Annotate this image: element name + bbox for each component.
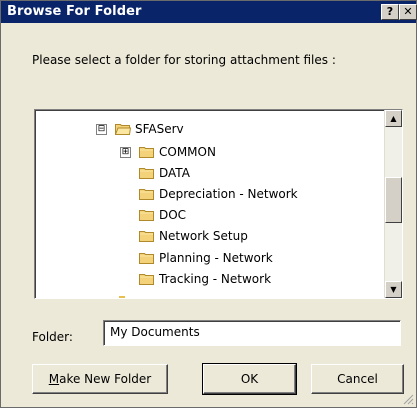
tree-node-label: DATA <box>159 166 190 180</box>
help-button[interactable]: ? <box>381 4 399 20</box>
folder-input[interactable]: My Documents <box>103 320 401 346</box>
instruction-text: Please select a folder for storing attac… <box>32 53 336 67</box>
cancel-button[interactable]: Cancel <box>311 364 404 394</box>
make-new-folder-button[interactable]: Make New Folder <box>32 364 168 394</box>
folder-icon <box>139 189 154 200</box>
folder-icon <box>139 168 154 179</box>
scroll-thumb[interactable] <box>385 177 402 223</box>
title-bar[interactable]: Browse For Folder ? ✕ <box>1 1 417 23</box>
tree-node-label: Network Setup <box>159 229 248 243</box>
make-new-folder-label: ake New Folder <box>59 372 152 386</box>
tree-node-label: SFAServ <box>135 122 184 136</box>
partially-visible-folder-icon <box>119 296 125 298</box>
folder-icon <box>139 210 154 221</box>
folder-icon <box>139 231 154 242</box>
tree-node-label: Planning - Network <box>159 251 273 265</box>
scroll-down-button[interactable]: ▼ <box>385 281 402 298</box>
expand-toggle-common[interactable]: ⊞ <box>120 147 131 158</box>
folder-input-value: My Documents <box>110 325 200 339</box>
folder-icon <box>139 274 154 285</box>
collapse-toggle-sfaserv[interactable]: ⊟ <box>96 124 107 135</box>
browse-for-folder-dialog: Browse For Folder ? ✕ Please select a fo… <box>0 0 417 408</box>
tree-scrollbar[interactable]: ▲ ▼ <box>384 110 402 298</box>
ok-button[interactable]: OK <box>202 363 297 395</box>
folder-field-label: Folder: <box>32 330 73 344</box>
folder-tree[interactable]: ⊟ SFAServ ⊞ COMMON DATA Depreciation - N… <box>34 109 403 299</box>
folder-icon <box>139 147 154 158</box>
window-title: Browse For Folder <box>7 4 142 19</box>
resize-grip-icon[interactable] <box>402 393 414 405</box>
make-new-folder-mnemonic: M <box>48 372 60 386</box>
tree-node-label: Depreciation - Network <box>159 187 298 201</box>
tree-node-label: Tracking - Network <box>159 272 272 286</box>
open-folder-icon <box>115 124 131 135</box>
close-button[interactable]: ✕ <box>399 4 417 20</box>
tree-node-label: DOC <box>159 208 187 222</box>
tree-node-label: COMMON <box>159 145 216 159</box>
folder-icon <box>139 253 154 264</box>
scroll-up-button[interactable]: ▲ <box>385 110 402 127</box>
